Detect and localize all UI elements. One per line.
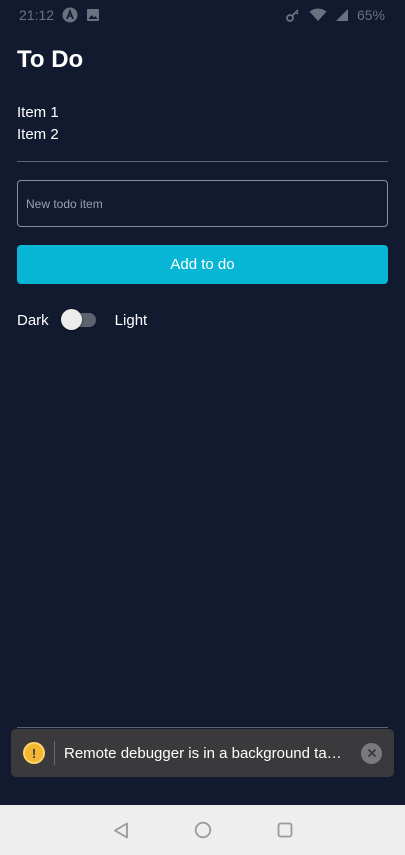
light-label: Light [114, 311, 148, 329]
close-icon[interactable] [361, 742, 382, 764]
page-title: To Do [17, 46, 84, 73]
new-todo-input[interactable] [17, 180, 388, 227]
add-todo-button[interactable]: Add to do [17, 245, 388, 284]
todo-item: Item 1 [17, 104, 59, 121]
wifi-icon [309, 8, 327, 22]
image-icon [86, 8, 100, 22]
theme-switch[interactable] [60, 308, 97, 332]
recents-icon[interactable] [275, 820, 295, 840]
system-nav-bar [0, 805, 405, 855]
switch-thumb [60, 309, 82, 330]
status-time: 21:12 [19, 7, 55, 23]
snackbar-separator [54, 741, 55, 765]
battery-level: 65% [356, 7, 385, 23]
todo-list: Item 1 Item 2 [17, 102, 59, 146]
warning-icon: ! [23, 742, 45, 764]
autofill-a-icon [62, 7, 78, 23]
debugger-snackbar[interactable]: ! Remote debugger is in a background tab… [11, 729, 394, 777]
list-divider [17, 161, 388, 162]
cell-signal-icon [335, 8, 349, 22]
status-bar: 21:12 65% [0, 0, 405, 30]
vpn-key-icon [285, 7, 301, 23]
status-left: 21:12 [19, 7, 100, 23]
dark-label: Dark [17, 311, 49, 329]
app-screen: 21:12 65% To Do Item 1 Item 2 New todo i… [0, 0, 405, 855]
home-icon[interactable] [193, 820, 213, 840]
snackbar-message: Remote debugger is in a background tab .… [64, 744, 347, 762]
todo-item: Item 2 [17, 126, 59, 143]
status-right: 65% [285, 7, 385, 23]
back-icon[interactable] [111, 820, 131, 840]
snackbar-divider [17, 727, 388, 728]
theme-toggle-row: Dark Light [17, 308, 147, 332]
